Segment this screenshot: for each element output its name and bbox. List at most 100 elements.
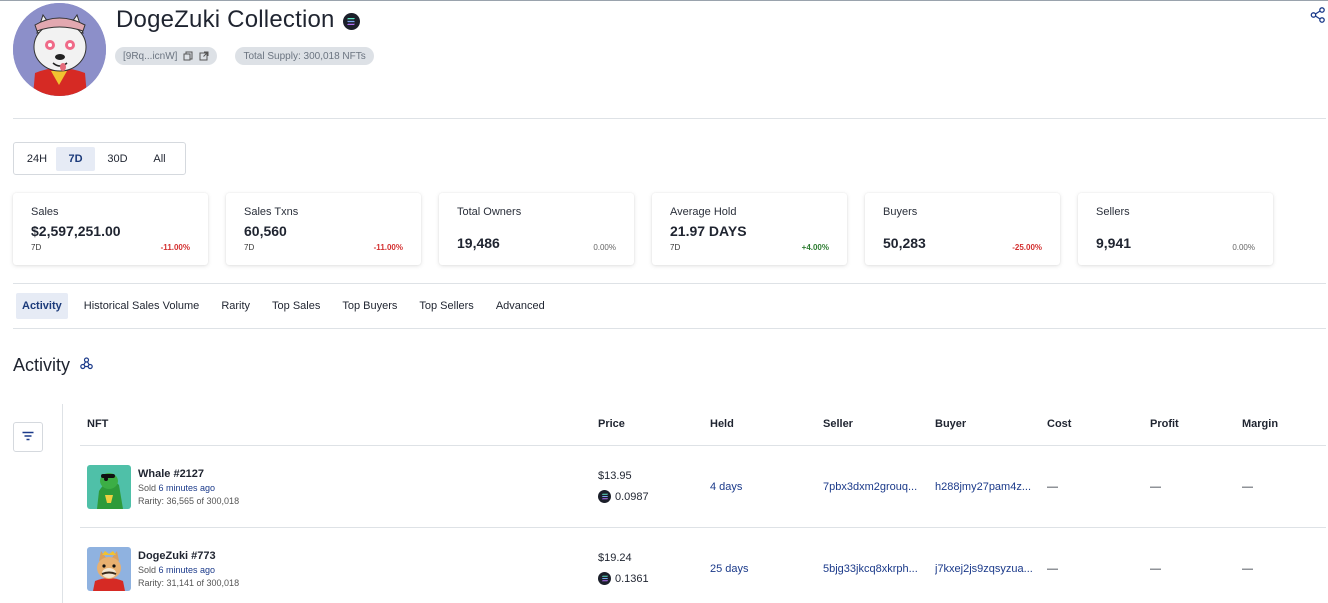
divider bbox=[13, 283, 1326, 284]
stat-card-sellers: Sellers 9,941 0.00% bbox=[1078, 193, 1273, 265]
filter-icon bbox=[22, 428, 34, 446]
column-header-seller[interactable]: Seller bbox=[823, 418, 853, 430]
copy-icon[interactable] bbox=[183, 51, 193, 61]
section-title: Activity bbox=[13, 355, 71, 375]
period-30d-button[interactable]: 30D bbox=[95, 147, 140, 171]
tab-top-sellers[interactable]: Top Sellers bbox=[413, 293, 479, 319]
address-pill: [9Rq...icnW] bbox=[115, 47, 218, 65]
total-supply: Total Supply: 300,018 NFTs bbox=[243, 50, 366, 62]
stat-change: -11.00% bbox=[373, 243, 403, 252]
table-row[interactable]: Whale #2127 Sold 6 minutes ago Rarity: 3… bbox=[80, 446, 1326, 528]
tab-bar: Activity Historical Sales Volume Rarity … bbox=[16, 293, 561, 319]
period-7d-button[interactable]: 7D bbox=[56, 146, 95, 171]
collection-title: DogeZuki Collection bbox=[116, 6, 335, 33]
buyer-address[interactable]: h288jmy27pam4z... bbox=[935, 481, 1043, 493]
tab-historical-sales-volume[interactable]: Historical Sales Volume bbox=[78, 293, 206, 319]
column-header-nft[interactable]: NFT bbox=[87, 418, 108, 430]
stat-card-total-owners: Total Owners 19,486 0.00% bbox=[439, 193, 634, 265]
margin-value: — bbox=[1242, 563, 1253, 575]
stat-change: 0.00% bbox=[1232, 243, 1255, 252]
price-sol-value: 0.0987 bbox=[615, 490, 649, 503]
nft-rarity: Rarity: 36,565 of 300,018 bbox=[138, 496, 240, 506]
buyer-address[interactable]: j7kxej2js9zqsyzua... bbox=[935, 563, 1043, 575]
top-border bbox=[0, 0, 1328, 1]
column-header-margin[interactable]: Margin bbox=[1242, 418, 1278, 430]
tab-top-sales[interactable]: Top Sales bbox=[266, 293, 326, 319]
stat-period: 7D bbox=[244, 243, 255, 252]
nft-thumbnail[interactable] bbox=[87, 465, 131, 509]
stat-label: Sales Txns bbox=[244, 206, 299, 218]
price-usd: $13.95 bbox=[598, 470, 632, 482]
price-sol: 0.1361 bbox=[598, 572, 649, 585]
nft-sold-time: Sold 6 minutes ago bbox=[138, 565, 216, 575]
nft-name[interactable]: Whale #2127 bbox=[138, 468, 204, 480]
stat-value: 9,941 bbox=[1096, 235, 1132, 251]
collection-address: [9Rq...icnW] bbox=[123, 50, 178, 62]
stat-change: -11.00% bbox=[160, 243, 190, 252]
solana-icon bbox=[598, 572, 611, 585]
solana-icon bbox=[342, 12, 360, 30]
stat-label: Total Owners bbox=[457, 206, 522, 218]
nft-sold-time: Sold 6 minutes ago bbox=[138, 483, 216, 493]
period-24h-button[interactable]: 24H bbox=[18, 147, 56, 171]
divider bbox=[13, 328, 1326, 329]
stat-change: +4.00% bbox=[801, 243, 829, 252]
held-duration[interactable]: 4 days bbox=[710, 481, 742, 493]
sold-time-link[interactable]: 6 minutes ago bbox=[159, 565, 216, 575]
column-header-profit[interactable]: Profit bbox=[1150, 418, 1179, 430]
stat-card-sales-txns: Sales Txns 60,560 7D -11.00% bbox=[226, 193, 421, 265]
stat-card-sales: Sales $2,597,251.00 7D -11.00% bbox=[13, 193, 208, 265]
stat-card-buyers: Buyers 50,283 -25.00% bbox=[865, 193, 1060, 265]
price-usd: $19.24 bbox=[598, 552, 632, 564]
stat-period: 7D bbox=[670, 243, 681, 252]
seller-address[interactable]: 5bjg33jkcq8xkrph... bbox=[823, 563, 927, 575]
period-all-button[interactable]: All bbox=[140, 147, 179, 171]
nft-thumbnail[interactable] bbox=[87, 547, 131, 591]
column-header-cost[interactable]: Cost bbox=[1047, 418, 1071, 430]
solana-icon bbox=[598, 490, 611, 503]
sold-time-link[interactable]: 6 minutes ago bbox=[159, 483, 216, 493]
table-header: NFT Price Held Seller Buyer Cost Profit … bbox=[80, 404, 1326, 446]
table-row[interactable]: DogeZuki #773 Sold 6 minutes ago Rarity:… bbox=[80, 528, 1326, 603]
share-icon[interactable] bbox=[1310, 7, 1328, 25]
price-sol-value: 0.1361 bbox=[615, 572, 649, 585]
stat-label: Average Hold bbox=[670, 206, 737, 218]
cost-value: — bbox=[1047, 481, 1058, 493]
stat-period: 7D bbox=[31, 243, 42, 252]
stat-change: 0.00% bbox=[593, 243, 616, 252]
column-header-held[interactable]: Held bbox=[710, 418, 734, 430]
total-supply-pill: Total Supply: 300,018 NFTs bbox=[235, 47, 374, 65]
stat-change: -25.00% bbox=[1012, 243, 1042, 252]
stat-value: 50,283 bbox=[883, 235, 926, 251]
period-toggle: 24H 7D 30D All bbox=[13, 142, 186, 175]
stat-label: Sales bbox=[31, 206, 59, 218]
held-duration[interactable]: 25 days bbox=[710, 563, 749, 575]
profit-value: — bbox=[1150, 563, 1161, 575]
column-header-price[interactable]: Price bbox=[598, 418, 625, 430]
cost-value: — bbox=[1047, 563, 1058, 575]
tab-rarity[interactable]: Rarity bbox=[215, 293, 256, 319]
margin-value: — bbox=[1242, 481, 1253, 493]
divider bbox=[13, 118, 1326, 119]
collection-avatar bbox=[13, 3, 106, 96]
nft-name[interactable]: DogeZuki #773 bbox=[138, 550, 216, 562]
seller-address[interactable]: 7pbx3dxm2grouq... bbox=[823, 481, 927, 493]
tab-advanced[interactable]: Advanced bbox=[490, 293, 551, 319]
profit-value: — bbox=[1150, 481, 1161, 493]
column-header-buyer[interactable]: Buyer bbox=[935, 418, 966, 430]
stat-value: $2,597,251.00 bbox=[31, 223, 121, 239]
network-icon[interactable] bbox=[80, 356, 93, 375]
filter-button[interactable] bbox=[13, 422, 43, 452]
stat-value: 60,560 bbox=[244, 223, 287, 239]
divider bbox=[62, 404, 63, 603]
stat-value: 21.97 DAYS bbox=[670, 223, 747, 239]
nft-rarity: Rarity: 31,141 of 300,018 bbox=[138, 578, 240, 588]
price-sol: 0.0987 bbox=[598, 490, 649, 503]
stat-label: Sellers bbox=[1096, 206, 1130, 218]
tab-activity[interactable]: Activity bbox=[16, 293, 68, 319]
external-link-icon[interactable] bbox=[199, 51, 209, 61]
stat-card-average-hold: Average Hold 21.97 DAYS 7D +4.00% bbox=[652, 193, 847, 265]
stat-label: Buyers bbox=[883, 206, 918, 218]
tab-top-buyers[interactable]: Top Buyers bbox=[336, 293, 403, 319]
stat-value: 19,486 bbox=[457, 235, 500, 251]
